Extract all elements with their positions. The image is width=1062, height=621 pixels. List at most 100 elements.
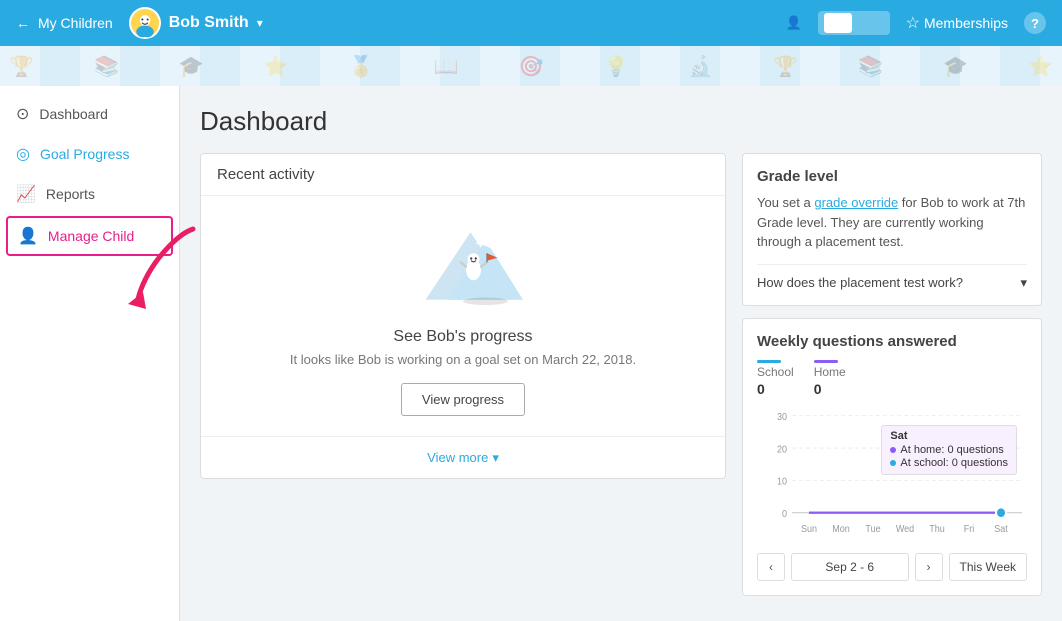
recent-activity-card: Recent activity [200,153,726,479]
home-dot [890,447,896,453]
help-button[interactable]: ? [1024,12,1046,34]
right-panel: Grade level You set a grade override for… [742,153,1042,596]
reports-icon: 📈 [16,184,36,204]
avatar [129,7,161,39]
deco-icon-2: 📚 [94,54,119,79]
sidebar-item-reports[interactable]: 📈 Reports [0,174,179,214]
activity-subtitle: It looks like Bob is working on a goal s… [290,352,636,367]
app-header: ← My Children Bob Smith ▾ 👤 ☆ Membership [0,0,1062,46]
deco-icon-4: ⭐ [264,54,289,79]
user-icon-btn[interactable]: 👤 [785,15,801,31]
deco-icon-8: 💡 [603,54,628,79]
content-grid: Recent activity [200,153,1042,596]
legend-school: School 0 [757,360,794,397]
deco-icon-1: 🏆 [9,54,34,79]
deco-icon-3: 🎓 [179,54,204,79]
header-right: 👤 ☆ Memberships ? [785,11,1046,35]
grade-text-before: You set a [757,195,814,210]
grade-level-card: Grade level You set a grade override for… [742,153,1042,306]
back-arrow-icon: ← [16,15,30,31]
weekly-title: Weekly questions answered [757,333,1027,350]
tooltip-at-school: At school: 0 questions [890,457,1008,469]
deco-icon-9: 🔬 [688,54,713,79]
sidebar-label-dashboard: Dashboard [39,106,108,122]
weekly-questions-card: Weekly questions answered School 0 Home … [742,318,1042,596]
deco-icon-6: 📖 [434,54,459,79]
view-more-link[interactable]: View more ▾ [427,450,499,466]
placement-chevron: ▾ [1020,275,1027,291]
svg-text:30: 30 [777,411,787,421]
chart-legend: School 0 Home 0 [757,360,1027,397]
toggle-option-1[interactable] [824,13,852,33]
grade-level-title: Grade level [757,168,1027,185]
svg-text:Sun: Sun [801,523,817,533]
prev-week-button[interactable]: ‹ [757,553,785,581]
sidebar-item-dashboard[interactable]: ⊙ Dashboard [0,94,179,134]
svg-text:Fri: Fri [964,523,974,533]
view-more-label: View more [427,450,488,465]
placement-accordion[interactable]: How does the placement test work? ▾ [757,264,1027,291]
activity-title: See Bob's progress [393,328,532,346]
deco-icon-7: 🎯 [519,54,544,79]
grade-override-link[interactable]: grade override [814,195,898,210]
sidebar: ⊙ Dashboard ◎ Goal Progress 📈 Reports 👤 … [0,86,180,621]
pattern-strip: 🏆 📚 🎓 ⭐ 🏅 📖 🎯 💡 🔬 🏆 📚 🎓 ⭐ [0,46,1062,86]
chart-area: 30 20 10 0 Sun Mon Tue Wed Thu Fri Sat [757,405,1027,545]
view-progress-button[interactable]: View progress [401,383,525,416]
main-layout: ⊙ Dashboard ◎ Goal Progress 📈 Reports 👤 … [0,86,1062,621]
user-dropdown-arrow: ▾ [257,16,263,30]
tooltip-home-label: At home: 0 questions [900,444,1003,456]
main-content: Dashboard Recent activity [180,86,1062,621]
grade-level-text: You set a grade override for Bob to work… [757,193,1027,252]
help-icon: ? [1031,16,1039,31]
deco-icon-5: 🏅 [349,54,374,79]
tooltip-at-home: At home: 0 questions [890,444,1008,456]
username-label: Bob Smith [169,14,249,32]
dashboard-icon: ⊙ [16,104,29,124]
goal-icon: ◎ [16,144,30,164]
page-title: Dashboard [200,106,1042,137]
svg-text:Thu: Thu [929,523,945,533]
svg-text:10: 10 [777,476,787,486]
view-toggle[interactable] [818,11,890,35]
deco-icon-12: 🎓 [943,54,968,79]
home-color-bar [814,360,838,363]
deco-icon-13: ⭐ [1028,54,1053,79]
tooltip-day: Sat [890,430,1008,442]
deco-icon-10: 🏆 [773,54,798,79]
star-icon: ☆ [906,13,920,33]
user-menu[interactable]: Bob Smith ▾ [129,7,263,39]
sidebar-item-manage-child[interactable]: 👤 Manage Child [6,216,173,256]
sidebar-label-manage-child: Manage Child [48,228,134,244]
legend-home: Home 0 [814,360,846,397]
placement-label: How does the placement test work? [757,275,963,290]
school-dot [890,460,896,466]
home-value: 0 [814,381,846,397]
memberships-label: Memberships [924,15,1008,31]
school-value: 0 [757,381,794,397]
svg-text:Tue: Tue [865,523,880,533]
chart-nav: ‹ Sep 2 - 6 › This Week [757,553,1027,581]
mountain-illustration [403,216,523,316]
next-week-button[interactable]: › [915,553,943,581]
back-label: My Children [38,15,113,31]
sidebar-label-goal: Goal Progress [40,146,129,162]
recent-activity-header: Recent activity [201,154,725,196]
user-icon: 👤 [785,15,801,31]
chart-tooltip: Sat At home: 0 questions At school: 0 qu… [881,425,1017,475]
sidebar-label-reports: Reports [46,186,95,202]
memberships-button[interactable]: ☆ Memberships [906,13,1008,33]
manage-child-icon: 👤 [18,226,38,246]
view-more-arrow: ▾ [492,450,499,466]
home-label: Home [814,365,846,379]
toggle-option-2[interactable] [856,13,884,33]
sidebar-item-goal-progress[interactable]: ◎ Goal Progress [0,134,179,174]
activity-content: See Bob's progress It looks like Bob is … [201,196,725,436]
deco-icon-11: 📚 [858,54,883,79]
svg-text:20: 20 [777,444,787,454]
svg-text:Mon: Mon [832,523,850,533]
back-to-children[interactable]: ← My Children [16,15,113,31]
svg-text:0: 0 [782,508,787,518]
this-week-button[interactable]: This Week [949,553,1027,581]
school-label: School [757,365,794,379]
